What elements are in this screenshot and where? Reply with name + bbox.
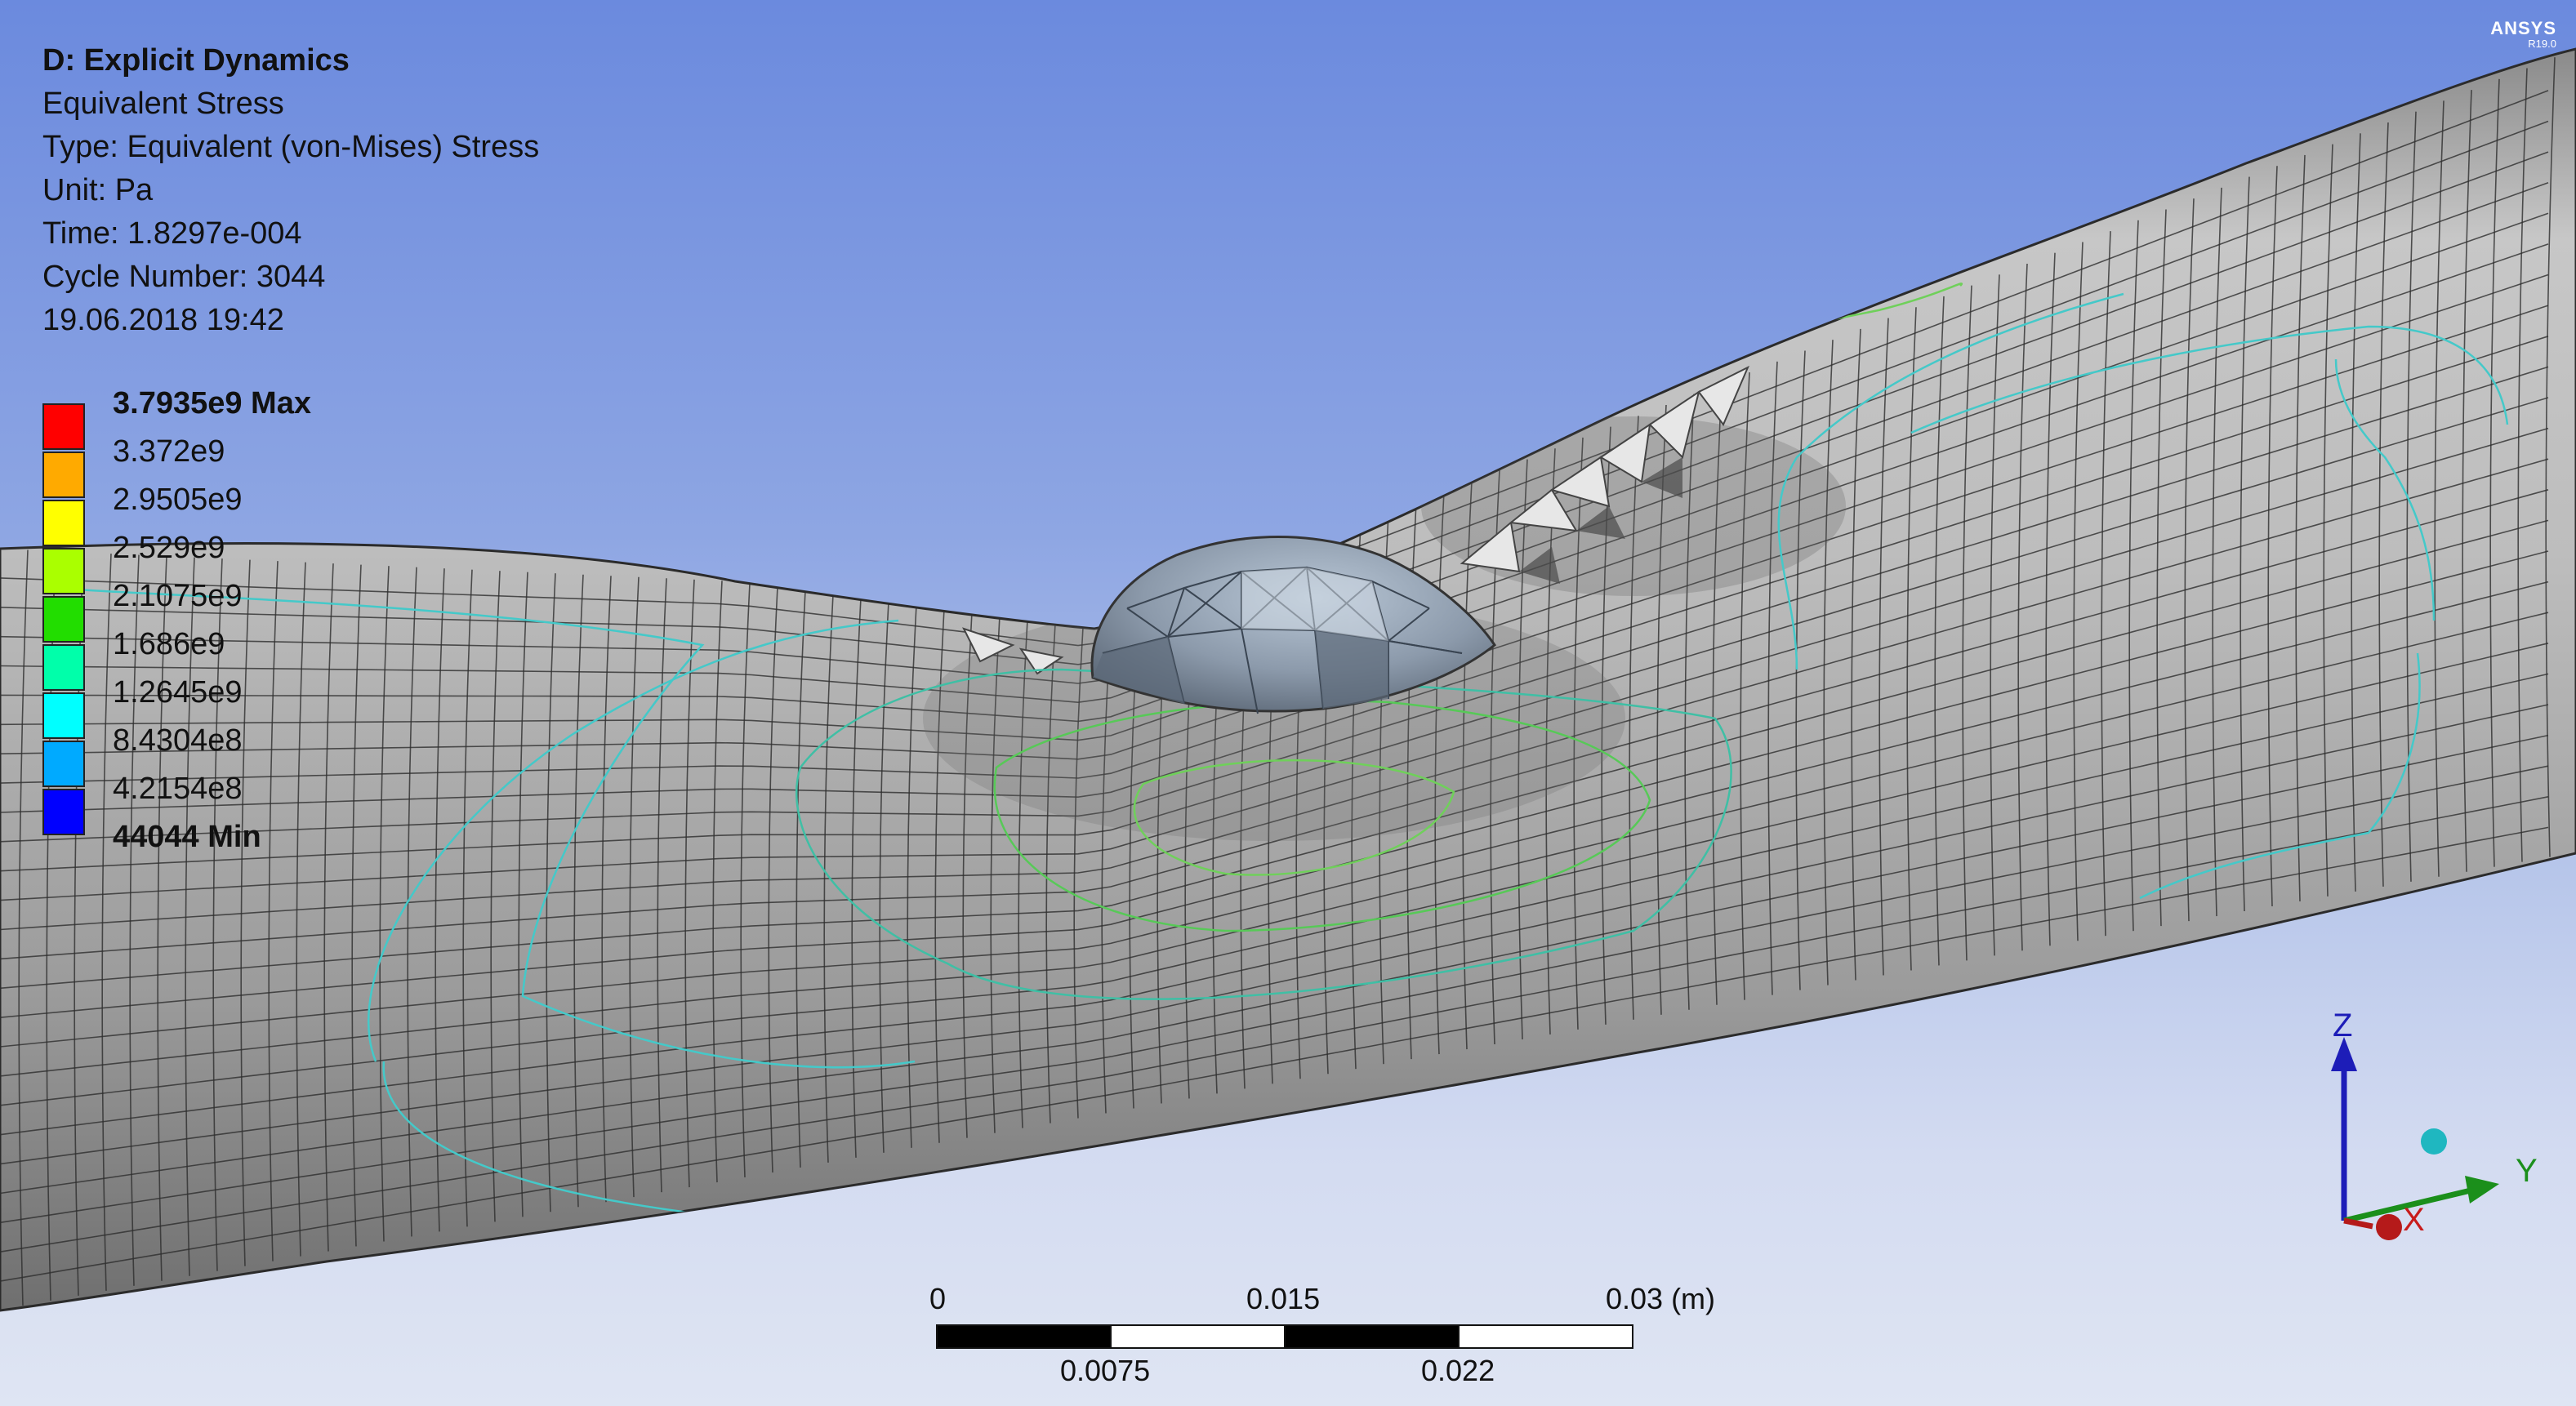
legend-label: 8.4304e8 — [113, 723, 243, 758]
scale-label-quarter: 0.0075 — [1060, 1354, 1151, 1387]
scale-label-end: 0.03 (m) — [1606, 1282, 1716, 1315]
result-type: Type: Equivalent (von-Mises) Stress — [42, 130, 540, 164]
legend-swatch — [42, 741, 85, 787]
scale-label-mid: 0.015 — [1246, 1282, 1321, 1315]
scale-label-0: 0 — [929, 1282, 947, 1315]
legend-label: 3.372e9 — [113, 434, 225, 469]
legend-label: 2.1075e9 — [113, 579, 243, 613]
result-name: Equivalent Stress — [42, 87, 284, 121]
coordinate-triad[interactable]: Z Y X — [2295, 1008, 2540, 1249]
scale-segment — [1284, 1324, 1460, 1349]
y-axis-label: Y — [2516, 1153, 2538, 1189]
scale-segment — [1458, 1324, 1633, 1349]
x-axis-label: X — [2403, 1202, 2425, 1238]
legend-swatch — [42, 789, 85, 835]
legend-swatch — [42, 548, 85, 594]
legend-label: 1.686e9 — [113, 627, 225, 661]
result-datetime: 19.06.2018 19:42 — [42, 303, 284, 337]
result-unit: Unit: Pa — [42, 173, 154, 207]
legend-label: 2.9505e9 — [113, 483, 243, 517]
legend-label: 1.2645e9 — [113, 675, 243, 710]
legend-swatch — [42, 500, 85, 546]
legend-label: 4.2154e8 — [113, 772, 243, 806]
legend-label: 2.529e9 — [113, 531, 225, 565]
brand-version: R19.0 — [2528, 38, 2556, 50]
legend-max-label: 3.7935e9 Max — [113, 386, 311, 420]
legend-swatch — [42, 403, 85, 450]
cycle-number: Cycle Number: 3044 — [42, 260, 326, 294]
ansys-logo: ANSYS R19.0 — [2490, 18, 2556, 50]
scale-bar: 0 0.015 0.03 (m) 0.0075 0.022 — [929, 1282, 1715, 1388]
result-annotation: D: Explicit Dynamics Equivalent Stress T… — [42, 39, 539, 342]
analysis-title: D: Explicit Dynamics — [42, 43, 350, 78]
legend-swatch — [42, 596, 85, 643]
result-time: Time: 1.8297e-004 — [42, 216, 302, 251]
brand-name: ANSYS — [2490, 18, 2556, 38]
legend-swatch — [42, 644, 85, 691]
legend-swatch — [42, 692, 85, 739]
z-axis-label: Z — [2333, 1008, 2353, 1043]
legend-swatch — [42, 452, 85, 498]
legend-min-label: 44044 Min — [113, 820, 261, 854]
scale-segment — [1110, 1324, 1286, 1349]
scale-label-three-quarter: 0.022 — [1421, 1354, 1495, 1387]
scale-segment — [936, 1324, 1112, 1349]
